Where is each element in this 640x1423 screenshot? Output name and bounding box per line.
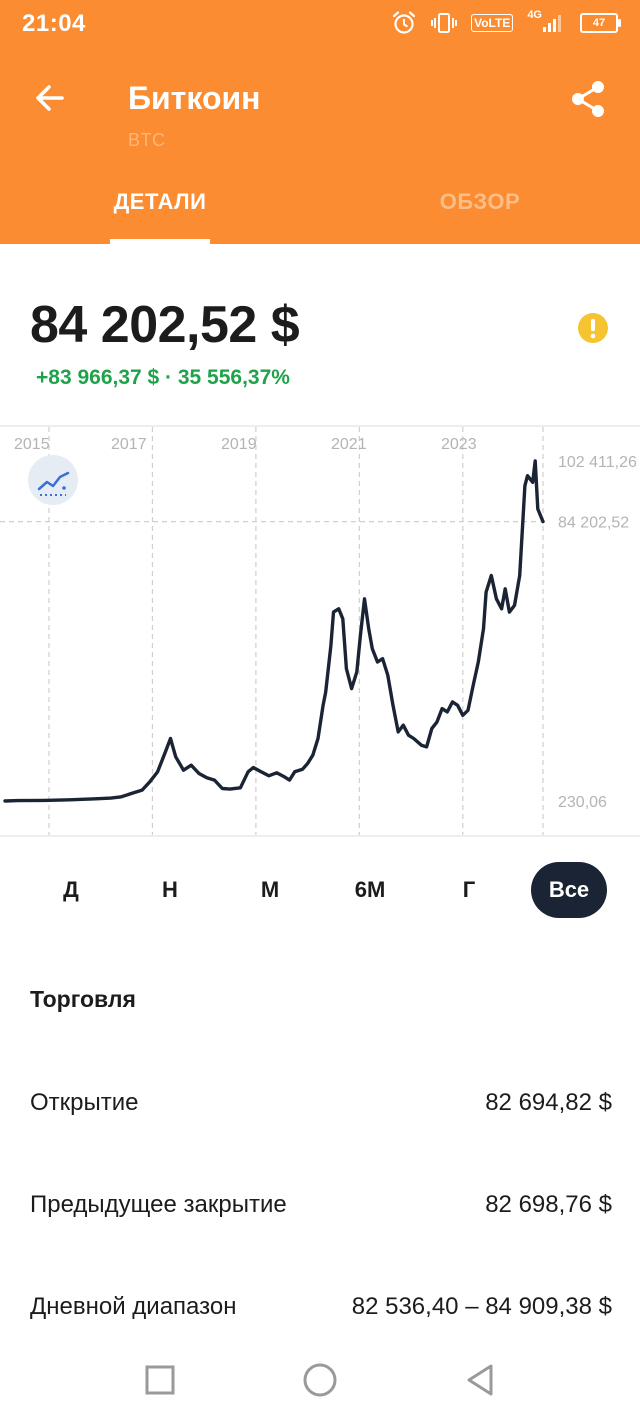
price-chart[interactable]: 2015 2017 2019 2021 2023 102 411,26 84 202,52… [0,425,640,837]
system-back-button[interactable] [460,1360,500,1400]
network-type: 4G [527,9,542,21]
price-change: +83 966,37 $ · 35 556,37% [36,366,290,389]
volte-badge: VoLTE [471,14,514,32]
alarm-icon [391,10,417,36]
open-value: 82 694,82 $ [485,1089,612,1116]
range-day[interactable]: Д [33,862,109,918]
x-tick-label: 2019 [221,436,257,453]
range-month[interactable]: М [232,862,308,918]
time-range-selector: Д Н М 6М Г Все [0,862,640,920]
home-circle-icon [303,1363,337,1397]
chart-y-labels: 102 411,26 84 202,52 230,06 [558,454,637,811]
chart-grid [0,425,640,837]
range-week[interactable]: Н [132,862,208,918]
y-axis-label: 230,06 [558,794,607,811]
status-bar: 21:04 VoLTE 4G 47 [0,0,640,48]
share-button[interactable] [568,78,610,120]
arrow-left-icon [36,85,64,111]
active-tab-indicator [110,239,210,244]
status-icons: VoLTE 4G 47 [391,9,621,36]
y-axis-label: 102 411,26 [558,454,637,471]
asset-ticker: BTC [128,130,166,150]
day-range-value: 82 536,40 – 84 909,38 $ [351,1293,612,1320]
open-label: Открытие [30,1089,139,1116]
range-6months[interactable]: 6М [332,862,408,918]
status-time: 21:04 [22,10,86,37]
indicator-button[interactable] [28,455,78,505]
y-axis-label: 84 202,52 [558,515,629,532]
back-button[interactable] [30,78,70,118]
tab-details[interactable]: ДЕТАЛИ [110,189,210,215]
range-year[interactable]: Г [431,862,507,918]
back-triangle-icon [467,1364,493,1396]
current-price: 84 202,52 $ [30,296,300,354]
share-icon [572,81,604,117]
day-range-label: Дневной диапазон [30,1293,237,1320]
previous-close-label: Предыдущее закрытие [30,1191,287,1218]
recents-button[interactable] [140,1360,180,1400]
chart-x-labels: 2015 2017 2019 2021 2023 [14,436,477,453]
x-tick-label: 2023 [441,436,477,453]
asset-title: Биткоин [128,80,261,116]
home-button[interactable] [300,1360,340,1400]
trading-section-title: Торговля [30,986,136,1012]
signal-icon: 4G [527,9,566,33]
x-tick-label: 2015 [14,436,50,453]
recents-square-icon [145,1365,175,1395]
system-navigation-bar [0,1340,640,1423]
warning-icon[interactable] [577,312,609,344]
tab-overview[interactable]: ОБЗОР [380,189,580,215]
previous-close-value: 82 698,76 $ [485,1191,612,1218]
range-all[interactable]: Все [531,862,607,918]
app-header: 21:04 VoLTE 4G 47 Биткоин BTC ДЕТАЛИ ОБЗ… [0,0,640,244]
vibrate-icon [431,11,458,35]
battery-icon: 47 [580,13,621,33]
x-tick-label: 2021 [331,436,367,453]
x-tick-label: 2017 [111,436,147,453]
